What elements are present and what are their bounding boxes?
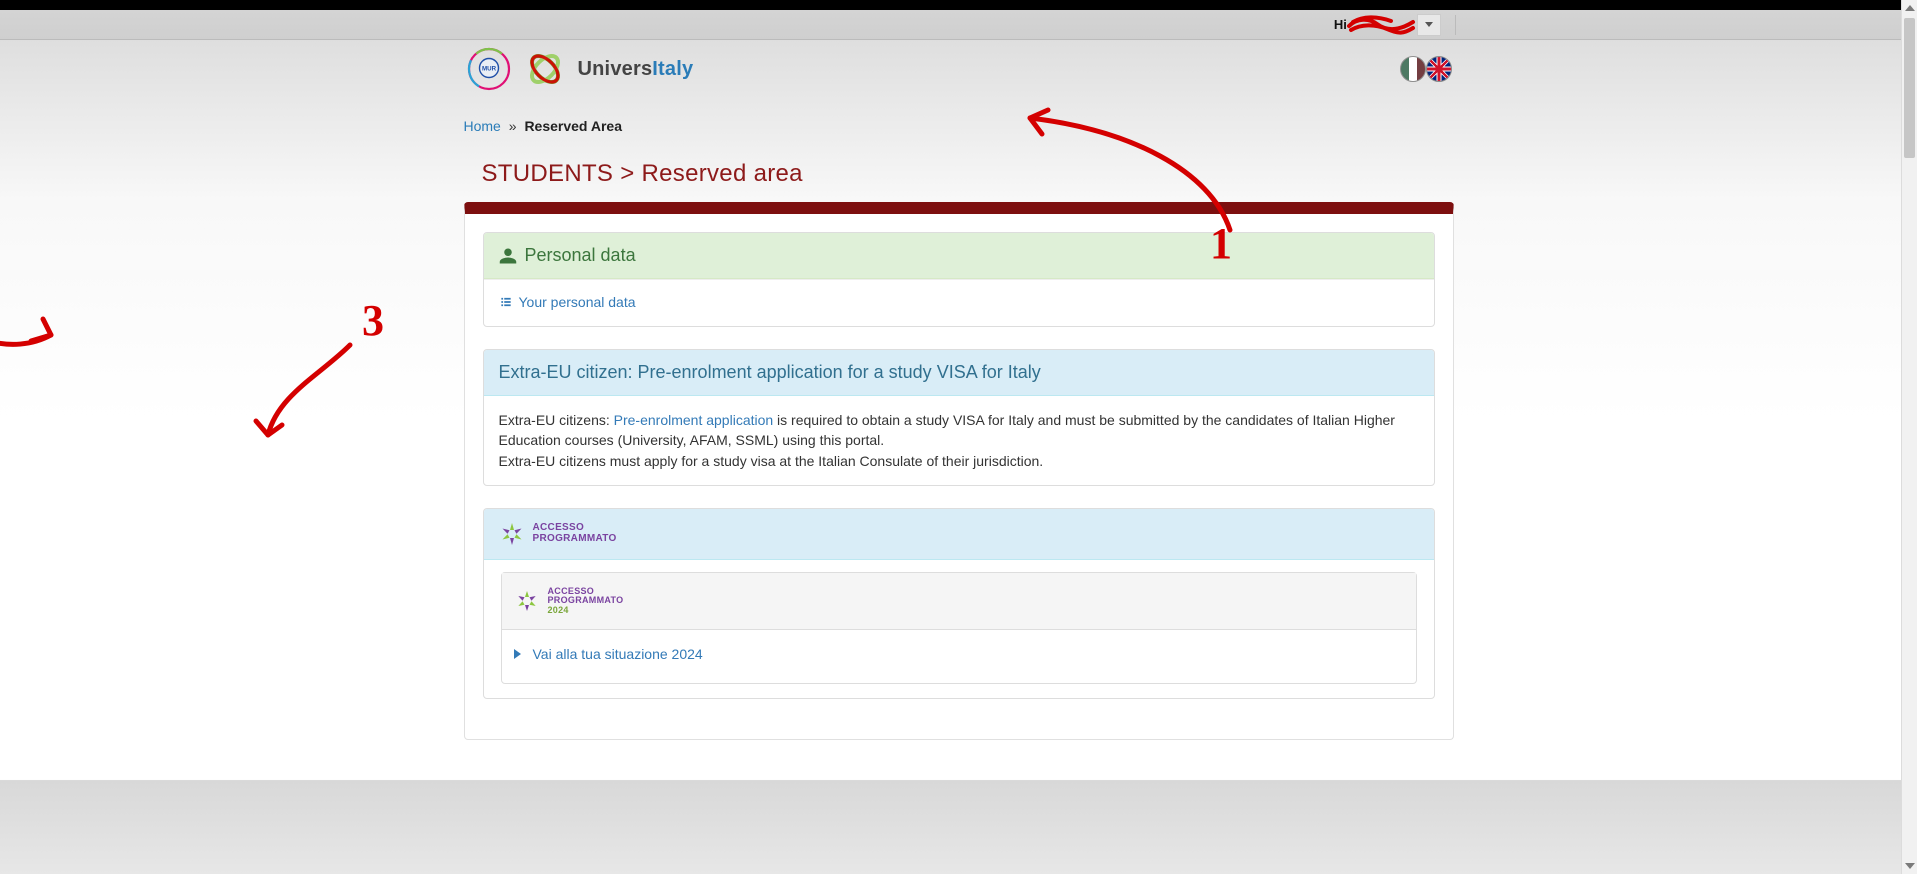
flag-english[interactable] xyxy=(1426,56,1452,82)
main-card: Personal data Your personal data Extra-E… xyxy=(464,202,1454,740)
brand-text: UniversItaly xyxy=(578,58,694,81)
accesso-text: ACCESSO PROGRAMMATO xyxy=(533,523,617,544)
accesso-link-text: Vai alla tua situazione 2024 xyxy=(533,644,703,664)
page-title: STUDENTS > Reserved area xyxy=(482,160,1454,188)
breadcrumb-current: Reserved Area xyxy=(524,118,622,134)
person-icon xyxy=(499,247,517,265)
visa-paragraph-2: Extra-EU citizens must apply for a study… xyxy=(499,451,1419,471)
accesso-logo: ACCESSO PROGRAMMATO xyxy=(499,517,617,551)
scrollbar-up-button[interactable] xyxy=(1902,0,1917,16)
svg-text:MUR: MUR xyxy=(481,66,496,73)
accesso-text-2: ACCESSO PROGRAMMATO 2024 xyxy=(548,587,624,615)
panel-personal-data: Personal data Your personal data xyxy=(483,232,1435,327)
brand-univers: Univers xyxy=(578,58,653,80)
your-personal-data-text: Your personal data xyxy=(519,294,636,310)
panel-visa-title: Extra-EU citizen: Pre-enrolment applicat… xyxy=(499,362,1041,383)
preenrolment-link[interactable]: Pre-enrolment application xyxy=(614,412,774,428)
mur-logo: MUR xyxy=(466,46,512,92)
accesso-sub-body: Vai alla tua situazione 2024 xyxy=(502,630,1416,682)
accesso-situazione-link[interactable]: Vai alla tua situazione 2024 xyxy=(514,644,703,664)
visa-paragraph-1: Extra-EU citizens: Pre-enrolment applica… xyxy=(499,410,1419,451)
scrollbar-thumb[interactable] xyxy=(1904,18,1915,158)
site-header: MUR UniversItaly xyxy=(464,40,1454,96)
visa-lead: Extra-EU citizens: xyxy=(499,412,614,428)
accesso-logo-2024: ACCESSO PROGRAMMATO 2024 xyxy=(514,583,1404,619)
scrollbar-down-button[interactable] xyxy=(1902,858,1917,874)
accesso-line2: PROGRAMMATO xyxy=(533,533,617,544)
list-icon xyxy=(499,295,513,309)
window-top-black-bar xyxy=(0,0,1917,10)
brand-italy: Italy xyxy=(652,58,693,80)
brand-logos: MUR UniversItaly xyxy=(466,46,694,92)
caret-down-icon xyxy=(1425,22,1433,27)
panel-accesso: ACCESSO PROGRAMMATO xyxy=(483,508,1435,699)
panel-visa-body: Extra-EU citizens: Pre-enrolment applica… xyxy=(484,396,1434,485)
panel-accesso-heading: ACCESSO PROGRAMMATO xyxy=(484,509,1434,560)
user-menu-toggle[interactable] xyxy=(1417,14,1441,36)
top-user-bar: Hi xyxy=(0,10,1917,40)
greeting-text: Hi xyxy=(1334,17,1347,32)
triangle-up-icon xyxy=(1905,5,1915,11)
annotation-3-label: 3 xyxy=(362,296,384,345)
breadcrumb-home-link[interactable]: Home xyxy=(464,118,501,134)
flag-italian[interactable] xyxy=(1400,56,1426,82)
greeting-label: Hi xyxy=(1334,17,1407,33)
language-switch xyxy=(1400,56,1452,82)
your-personal-data-link[interactable]: Your personal data xyxy=(499,294,636,310)
topbar-divider xyxy=(1455,15,1456,35)
breadcrumb: Home » Reserved Area xyxy=(464,118,1454,134)
panel-visa-heading: Extra-EU citizen: Pre-enrolment applicat… xyxy=(484,350,1434,396)
accesso-sub-box: ACCESSO PROGRAMMATO 2024 Vai alla tua si… xyxy=(501,572,1417,684)
accesso2-year: 2024 xyxy=(548,605,569,615)
panel-visa: Extra-EU citizen: Pre-enrolment applicat… xyxy=(483,349,1435,486)
chevron-right-icon xyxy=(514,649,521,659)
breadcrumb-sep: » xyxy=(509,118,517,134)
universitaly-mark xyxy=(522,46,568,92)
username-redacted xyxy=(1351,18,1407,32)
triangle-down-icon xyxy=(1905,863,1915,869)
accesso-star-icon-2 xyxy=(514,588,540,614)
accesso-line1: ACCESSO xyxy=(533,522,585,533)
accesso-sub-header: ACCESSO PROGRAMMATO 2024 xyxy=(502,573,1416,630)
panel-personal-title: Personal data xyxy=(525,245,636,266)
panel-personal-heading: Personal data xyxy=(484,233,1434,279)
panel-personal-body: Your personal data xyxy=(484,279,1434,326)
scrollbar[interactable] xyxy=(1901,0,1917,874)
panel-accesso-body: ACCESSO PROGRAMMATO 2024 Vai alla tua si… xyxy=(484,560,1434,698)
accesso-star-icon xyxy=(499,521,525,547)
